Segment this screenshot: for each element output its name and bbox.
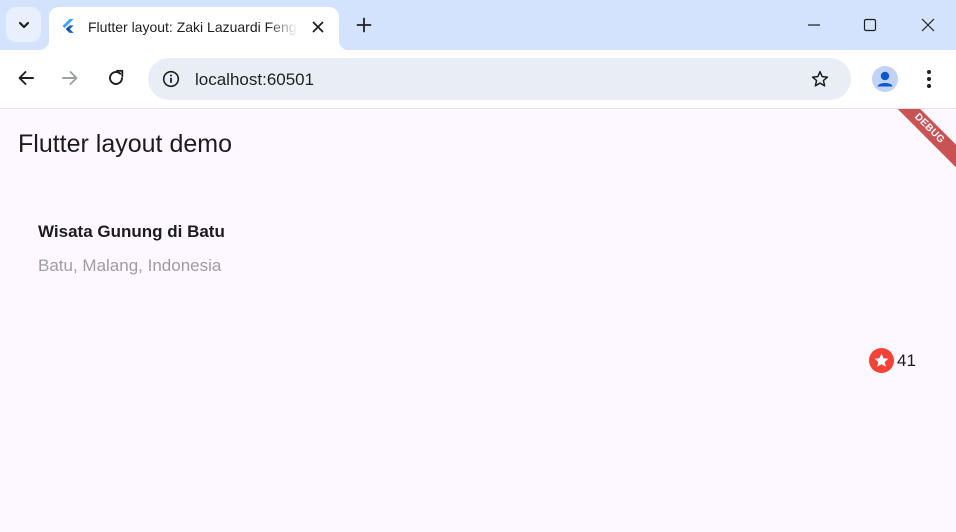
title-section: Wisata Gunung di Batu Batu, Malang, Indo… — [38, 221, 225, 276]
maximize-button[interactable] — [842, 0, 898, 50]
chevron-down-icon — [18, 21, 29, 28]
back-button[interactable] — [9, 61, 43, 95]
new-tab-button[interactable] — [350, 11, 378, 39]
place-name: Wisata Gunung di Batu — [38, 222, 225, 241]
bookmark-button[interactable] — [806, 65, 834, 93]
tab-title: Flutter layout: Zaki Lazuardi Fengky — [88, 19, 298, 35]
maximize-icon — [863, 18, 877, 32]
tab-strip: Flutter layout: Zaki Lazuardi Fengky — [0, 0, 956, 50]
close-icon — [312, 21, 324, 33]
minimize-button[interactable] — [786, 0, 842, 50]
plus-icon — [356, 17, 372, 33]
arrow-left-icon — [18, 71, 34, 85]
place-location: Batu, Malang, Indonesia — [38, 256, 222, 275]
rating: 41 — [869, 348, 916, 373]
app-bar-title: Flutter layout demo — [18, 130, 232, 158]
arrow-right-icon — [62, 71, 78, 85]
browser-toolbar: localhost:60501 — [0, 50, 956, 109]
close-icon — [921, 18, 935, 32]
star-icon — [869, 348, 894, 373]
forward-button[interactable] — [53, 61, 87, 95]
info-icon — [162, 70, 180, 88]
close-window-button[interactable] — [900, 0, 956, 50]
address-bar[interactable]: localhost:60501 — [148, 58, 851, 100]
profile-button[interactable] — [870, 64, 900, 94]
rating-count: 41 — [897, 350, 916, 370]
star-outline-icon — [811, 70, 829, 87]
more-vert-icon — [927, 70, 931, 88]
tab-search-button[interactable] — [6, 7, 41, 42]
page-content: Flutter layout demo Wisata Gunung di Bat… — [0, 109, 956, 532]
debug-banner-label: DEBUG — [912, 111, 947, 146]
debug-banner: DEBUG — [880, 109, 956, 178]
reload-button[interactable] — [99, 61, 133, 95]
flutter-logo-icon — [62, 19, 74, 33]
person-icon — [872, 66, 898, 92]
minimize-icon — [808, 24, 820, 26]
reload-icon — [109, 69, 124, 85]
tab-close-button[interactable] — [307, 16, 329, 38]
browser-tab[interactable]: Flutter layout: Zaki Lazuardi Fengky — [39, 7, 349, 50]
browser-menu-button[interactable] — [914, 64, 944, 94]
url-text[interactable]: localhost:60501 — [195, 70, 314, 90]
site-info-button[interactable] — [157, 65, 185, 93]
